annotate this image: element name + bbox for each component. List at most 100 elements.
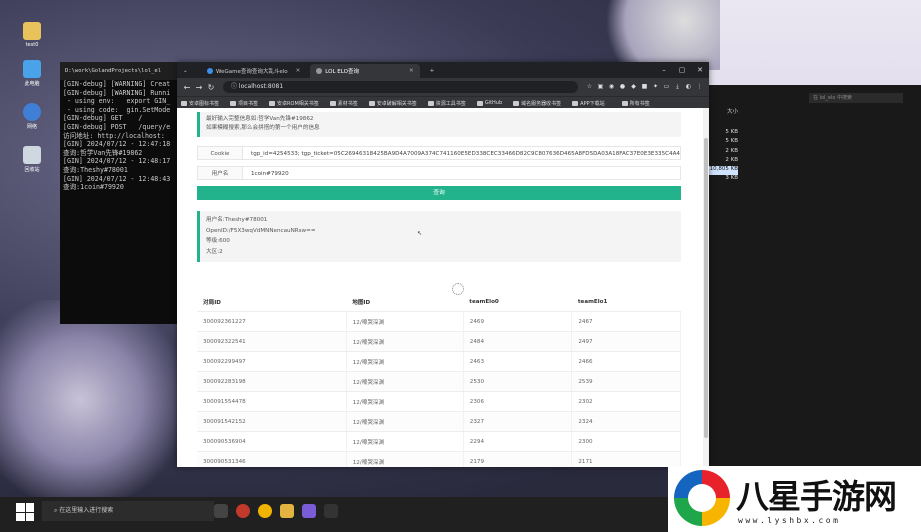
browser-window[interactable]: ⌄ WeGame查询查询大乱斗elo ✕ LOL ELO查询 ✕ + – ▢ ✕…	[177, 62, 709, 467]
close-icon[interactable]: ✕	[296, 68, 301, 74]
site-info-icon[interactable]: ⓘ	[231, 83, 239, 90]
forward-arrow-icon[interactable]: →	[193, 83, 205, 92]
file-size: 5 KB	[725, 129, 738, 135]
column-header[interactable]: teamElo0	[463, 292, 572, 312]
watermark-text: 八星手游网	[736, 477, 897, 516]
bookmark-folder[interactable]: APP下载站	[572, 100, 605, 107]
extension-icon[interactable]: ■	[639, 83, 650, 91]
terminal-titlebar[interactable]: D:\work\GolandProjects\lol_el	[60, 62, 178, 80]
back-arrow-icon[interactable]: ←	[181, 83, 193, 92]
address-bar[interactable]: ⓘ localhost:8081	[223, 81, 578, 93]
table-cell: 300090536904	[197, 431, 347, 452]
menu-icon[interactable]: ⋮	[694, 83, 705, 91]
file-size: 2 KB	[725, 147, 738, 154]
table-cell: 2306	[463, 391, 573, 412]
desktop-icon-user-folder[interactable]: test0	[20, 22, 44, 48]
table-cell: 2327	[463, 411, 573, 432]
taskbar-search-input[interactable]: ⌕ 在这里输入进行搜索	[42, 501, 214, 521]
desktop-icon-this-pc[interactable]: 此电脑	[20, 60, 44, 87]
terminal-line: - using code: gin.SetMode	[63, 105, 171, 114]
bookmark-folder[interactable]: 资源工具书签	[427, 100, 466, 107]
result-box: 用户名:Theshy#78001 OpenID:/F5X3wqVdMNNenca…	[197, 211, 681, 262]
close-window-icon[interactable]: ✕	[691, 62, 709, 78]
task-view-icon[interactable]	[214, 504, 228, 518]
column-header[interactable]: 对局ID	[197, 292, 347, 312]
result-level: 等级:600	[206, 238, 230, 244]
bookmark-star-icon[interactable]: ☆	[584, 83, 595, 91]
extension-icon[interactable]: ◉	[606, 83, 617, 91]
page-favicon-icon	[316, 68, 323, 74]
size-column-header[interactable]: 大小	[706, 107, 738, 115]
table-cell: 2466	[571, 351, 681, 372]
bookmark-folder[interactable]: 域名服务器收书签	[513, 100, 561, 107]
folder-icon	[368, 100, 375, 106]
puzzle-icon[interactable]: ✦	[650, 83, 661, 91]
table-cell: 2484	[463, 331, 573, 352]
loading-spinner-icon	[452, 283, 464, 295]
table-cell: 2539	[571, 371, 681, 392]
username-label: 用户名	[197, 166, 243, 180]
extension-icon[interactable]: ●	[617, 83, 628, 91]
column-header[interactable]: 地图ID	[346, 292, 464, 312]
explorer-search-input[interactable]: 在 lol_elo 中搜索	[809, 93, 903, 103]
bookmark-folder[interactable]: 素材书签	[329, 100, 358, 107]
folder-icon	[427, 100, 434, 106]
extension-icon[interactable]: ▣	[595, 83, 606, 91]
bookmark-folder[interactable]: 安卓ROM相关书签	[269, 100, 319, 107]
minimize-icon[interactable]: –	[655, 62, 673, 78]
query-button[interactable]: 查询	[197, 186, 681, 200]
terminal-output: [GIN-debug] [WARNING] Creat [GIN-debug] […	[60, 80, 178, 192]
terminal-line: [GIN-debug] [WARNING] Creat	[63, 80, 171, 88]
table-cell: 2530	[463, 371, 573, 392]
table-body: 300092361227 12/嚎哭深渊 2469 2467 300092322541 1…	[197, 311, 681, 467]
new-tab-button[interactable]: +	[423, 64, 441, 78]
tab-lol-elo[interactable]: LOL ELO查询 ✕	[310, 64, 420, 78]
app-icon[interactable]	[236, 504, 250, 518]
chrome-icon[interactable]	[258, 504, 272, 518]
table-cell: 12/嚎哭深渊	[346, 451, 464, 467]
table-row: 300091542152 12/嚎哭深渊 2327 2324	[197, 411, 681, 432]
profile-icon[interactable]: ◐	[683, 83, 694, 91]
wegame-favicon-icon	[207, 68, 213, 74]
cookie-input[interactable]: tgp_id=4254533; tgp_ticket=05C2694631842…	[243, 146, 681, 160]
all-bookmarks-button[interactable]: 所有书签	[621, 100, 650, 107]
close-icon[interactable]: ✕	[409, 68, 414, 74]
terminal-line: [GIN-debug] GET /	[63, 114, 143, 123]
table-cell: 2171	[571, 451, 681, 467]
terminal-line: 查询:Theshy#78001	[63, 165, 128, 174]
file-size: 5 KB	[725, 138, 738, 145]
terminal-icon[interactable]	[324, 504, 338, 518]
table-row: 300092283198 12/嚎哭深渊 2530 2539	[197, 371, 681, 392]
bookmark-folder[interactable]: 安卓破解相关书签	[368, 100, 417, 107]
computer-icon	[23, 60, 41, 78]
file-explorer-icon[interactable]	[280, 504, 294, 518]
table-cell: 2324	[571, 411, 681, 432]
maximize-icon[interactable]: ▢	[673, 62, 691, 78]
bookmark-folder[interactable]: 项目书签	[230, 100, 258, 107]
bookmark-folder[interactable]: 安卓图标书签	[181, 100, 219, 107]
terminal-window[interactable]: D:\work\GolandProjects\lol_el [GIN-debug…	[60, 62, 178, 324]
page-scrollbar[interactable]	[703, 108, 709, 467]
sidebar-icon[interactable]: ▭	[661, 83, 672, 91]
table-cell: 2179	[463, 451, 573, 467]
username-input[interactable]: 1coin#79920	[243, 166, 681, 180]
desktop-icon-recycle-bin[interactable]: 回收站	[20, 146, 44, 173]
tab-wegame[interactable]: WeGame查询查询大乱斗elo ✕	[201, 64, 307, 78]
desktop-icon-network[interactable]: 网络	[20, 103, 44, 130]
bookmark-folder[interactable]: GitHub	[476, 100, 502, 106]
wallpaper-art	[0, 300, 200, 500]
scrollbar-thumb[interactable]	[704, 138, 708, 438]
goland-icon[interactable]	[302, 504, 316, 518]
download-icon[interactable]: ⤓	[672, 83, 683, 91]
windows-start-icon[interactable]	[16, 503, 34, 521]
table-cell: 300091542152	[197, 411, 347, 432]
terminal-line: [GIN-debug] [WARNING] Runni	[63, 88, 171, 97]
extension-icon[interactable]: ◆	[628, 83, 639, 91]
result-region: 大区:2	[206, 248, 223, 255]
file-size: 3 KB	[725, 175, 738, 182]
tab-search-button[interactable]: ⌄	[181, 64, 197, 78]
column-header[interactable]: teamElo1	[571, 292, 681, 312]
reload-icon[interactable]: ↻	[205, 83, 217, 92]
file-explorer-window[interactable]: 在 lol_elo 中搜索 大小 5 KB 5 KB 2 KB 2 KB 10,…	[706, 85, 921, 470]
table-row: 300090531346 12/嚎哭深渊 2179 2171	[197, 451, 681, 467]
